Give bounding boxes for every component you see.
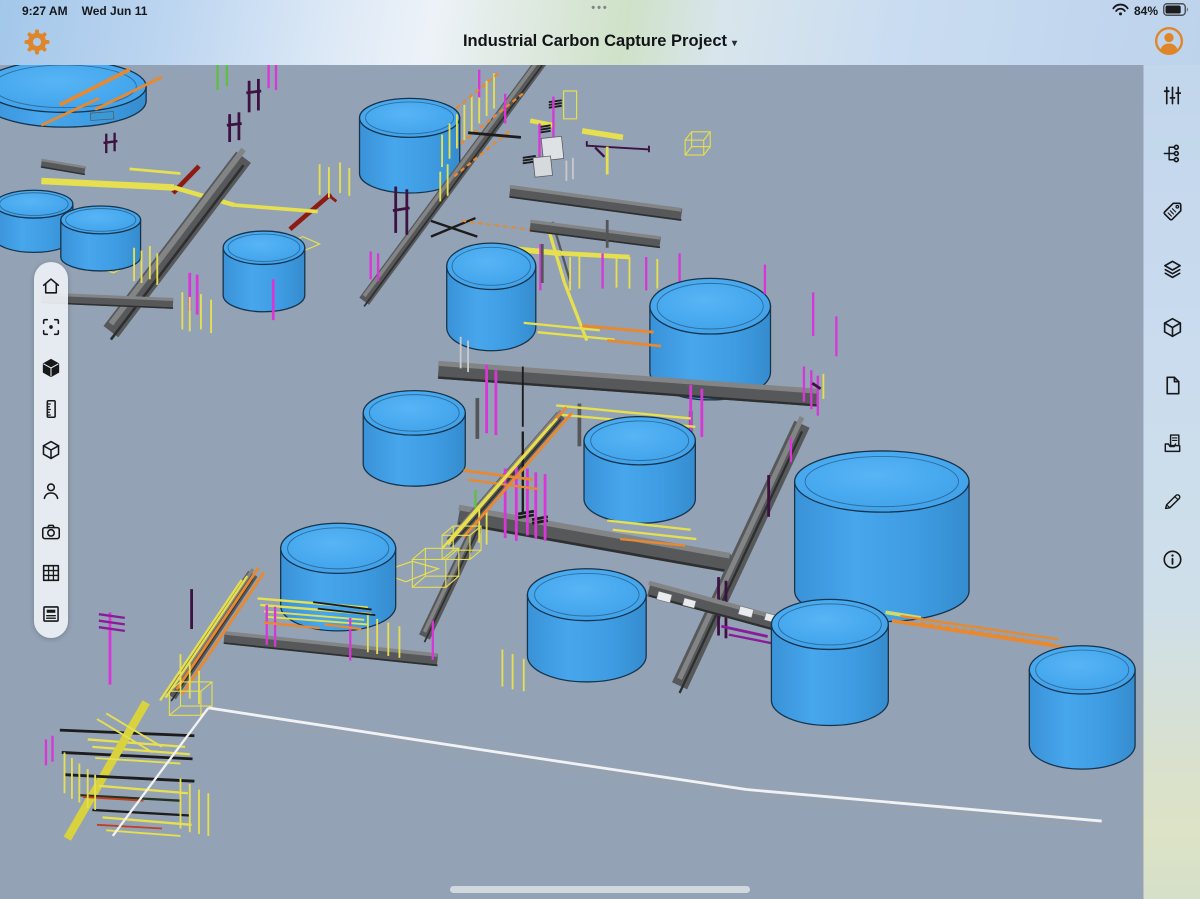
- ruler-button[interactable]: [40, 398, 62, 420]
- tag-button[interactable]: [1161, 200, 1184, 223]
- person-button[interactable]: [40, 480, 62, 502]
- focus-target-button[interactable]: [40, 316, 62, 338]
- home-button[interactable]: [40, 275, 62, 297]
- camera-button[interactable]: [40, 521, 62, 543]
- nav-bar: Industrial Carbon Capture Project ▾: [0, 22, 1200, 65]
- 3d-scene: [0, 65, 1143, 899]
- account-button[interactable]: [1154, 26, 1184, 56]
- markup-pencil-button[interactable]: [1161, 490, 1184, 513]
- export-document-button[interactable]: [1161, 432, 1184, 455]
- document-button[interactable]: [1161, 374, 1184, 397]
- chevron-down-icon: ▾: [732, 38, 737, 49]
- project-title-label: Industrial Carbon Capture Project: [463, 32, 727, 50]
- battery-percent: 84%: [1134, 4, 1158, 18]
- wifi-icon: [1112, 3, 1129, 19]
- cube-button[interactable]: [1161, 316, 1184, 339]
- status-bar: 9:27 AM Wed Jun 11 ••• 84%: [0, 0, 1200, 22]
- app-screen: 9:27 AM Wed Jun 11 ••• 84%: [0, 0, 1200, 899]
- multitask-dots-icon[interactable]: •••: [0, 2, 1200, 14]
- home-indicator[interactable]: [450, 886, 750, 893]
- sheet-button[interactable]: [40, 603, 62, 625]
- model-tree-button[interactable]: [1161, 142, 1184, 165]
- filters-button[interactable]: [1161, 84, 1184, 107]
- grid-button[interactable]: [40, 562, 62, 584]
- cube-outline-button[interactable]: [40, 439, 62, 461]
- model-viewport[interactable]: [0, 65, 1143, 899]
- info-button[interactable]: [1161, 548, 1184, 571]
- avatar-icon: [1154, 44, 1184, 59]
- right-sidebar: [1143, 65, 1200, 899]
- left-toolbar: [34, 262, 68, 638]
- layers-button[interactable]: [1161, 258, 1184, 281]
- model-cube-button[interactable]: [40, 357, 62, 379]
- battery-icon: [1163, 3, 1189, 19]
- project-title[interactable]: Industrial Carbon Capture Project ▾: [0, 32, 1200, 51]
